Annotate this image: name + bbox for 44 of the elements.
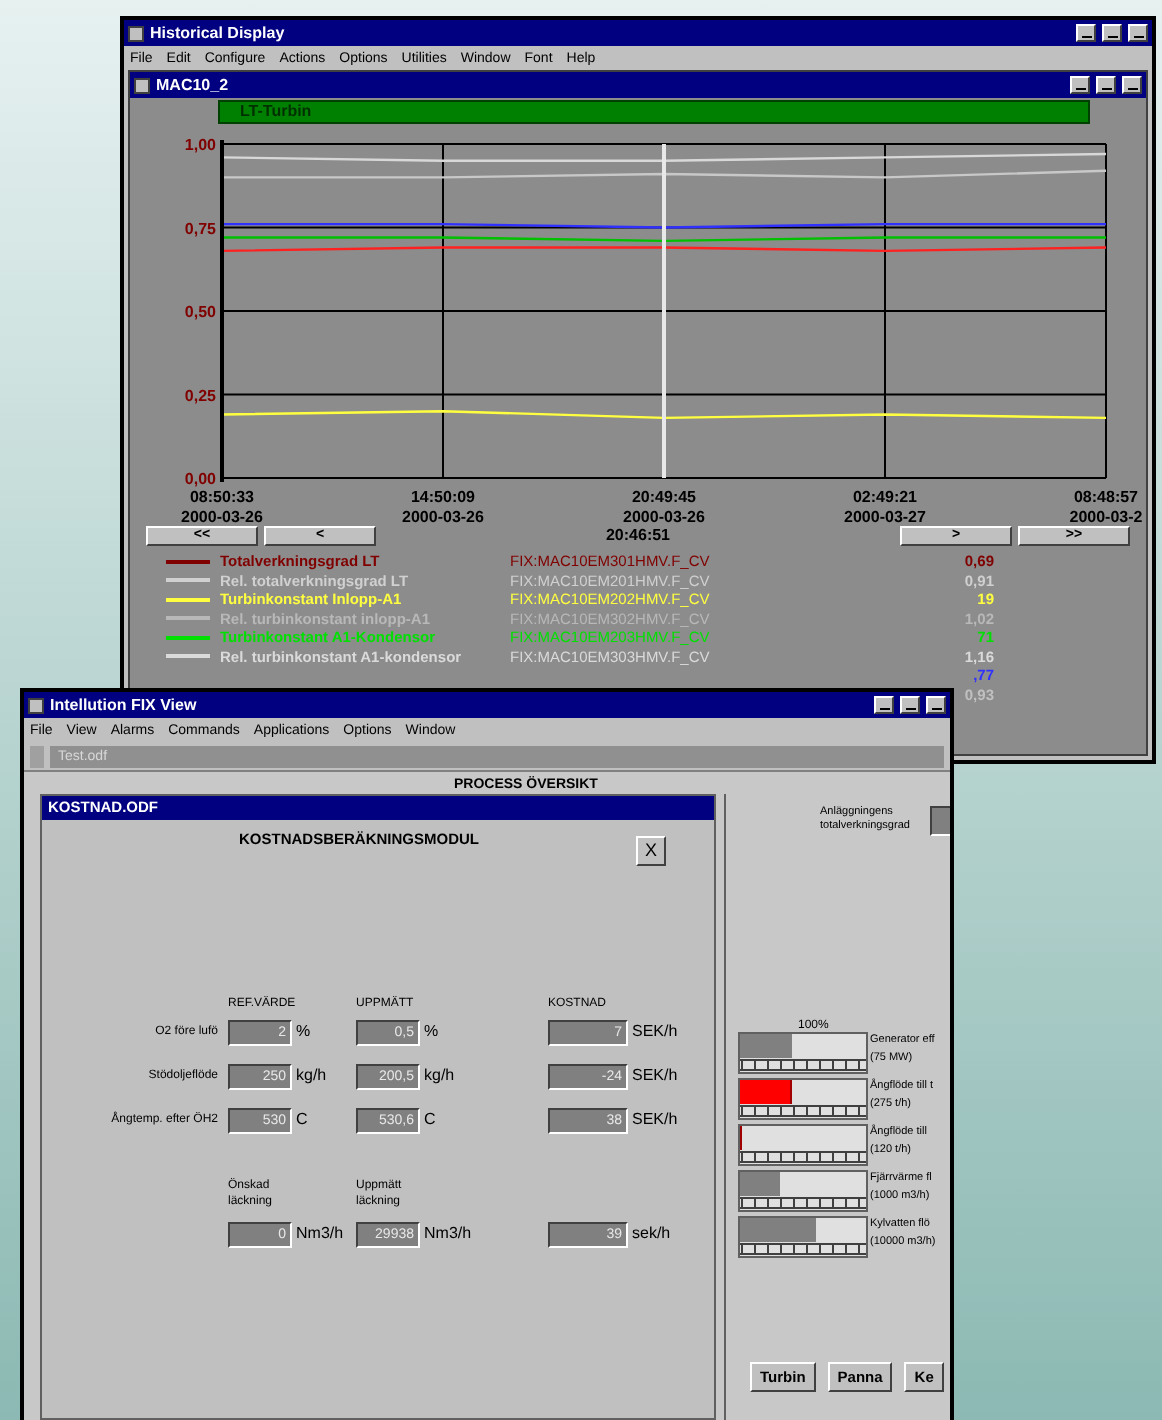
unit-label: C — [424, 1112, 436, 1128]
x-date-label: 2000-03-26 — [623, 508, 705, 524]
close-button[interactable]: X — [636, 836, 666, 866]
unit-label: sek/h — [632, 1226, 671, 1242]
x-tick-label: 08:50:33 — [189, 488, 255, 506]
y-tick-label: 0,00 — [184, 470, 216, 488]
scale-ticks-icon — [740, 1104, 866, 1118]
unit-label: Nm3/h — [424, 1226, 472, 1242]
minimize-icon[interactable] — [1076, 24, 1096, 42]
x-date-label: 2000-03-2 — [1069, 508, 1143, 524]
x-date-label: 2000-03-27 — [844, 508, 926, 524]
x-tick-label: 08:48:57 — [1073, 488, 1139, 506]
cursor-time: 20:46:51 — [605, 527, 671, 543]
unit-label: Nm3/h — [296, 1226, 344, 1242]
unit-label: kg/h — [296, 1068, 327, 1084]
y-tick-label: 1,00 — [184, 136, 216, 154]
window-title: MAC10_2 — [156, 77, 229, 93]
scale-ticks-icon — [740, 1242, 866, 1256]
app-icon — [134, 77, 150, 93]
app-icon — [28, 697, 44, 713]
unit-label: % — [424, 1024, 439, 1040]
window-title: Historical Display — [150, 25, 285, 41]
unit-label: C — [296, 1112, 308, 1128]
x-tick-label: 20:49:45 — [631, 488, 697, 506]
unit-label: SEK/h — [632, 1068, 678, 1084]
unit-label: % — [296, 1024, 311, 1040]
unit-label: SEK/h — [632, 1112, 678, 1128]
unit-label: SEK/h — [632, 1024, 678, 1040]
unit-label: kg/h — [424, 1068, 455, 1084]
y-tick-label: 0,50 — [184, 303, 216, 321]
minimize-icon[interactable] — [1070, 76, 1090, 94]
scale-ticks-icon — [740, 1150, 866, 1164]
window-title: Intellution FIX View — [50, 697, 197, 713]
x-date-label: 2000-03-26 — [402, 508, 484, 524]
minimize-icon[interactable] — [874, 696, 894, 714]
y-tick-label: 0,25 — [184, 386, 216, 405]
banner: LT-Turbin — [218, 100, 1090, 124]
scale-ticks-icon — [740, 1058, 866, 1072]
y-tick-label: 0,75 — [184, 219, 216, 238]
scale-ticks-icon — [740, 1196, 866, 1210]
x-tick-label: 02:49:21 — [852, 488, 918, 506]
x-date-label: 2000-03-26 — [181, 508, 263, 524]
app-icon — [128, 25, 144, 41]
x-tick-label: 14:50:09 — [410, 488, 476, 506]
